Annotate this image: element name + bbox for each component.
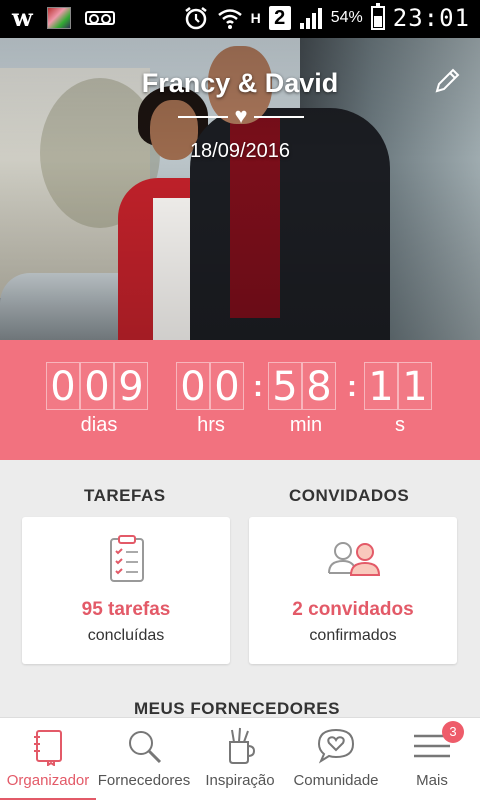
couple-names: Francy & David	[141, 68, 339, 98]
seconds-digit: 1	[398, 362, 432, 410]
suppliers-title: MEUS FORNECEDORES	[134, 699, 340, 718]
notebook-icon	[34, 730, 62, 766]
guests-icon	[328, 542, 381, 576]
guests-status: confirmados	[309, 627, 397, 644]
tasks-title: TAREFAS	[84, 486, 166, 505]
checklist-icon	[110, 535, 144, 582]
nav-mais[interactable]: Mais	[384, 718, 480, 800]
search-icon	[129, 731, 162, 764]
guests-card[interactable]: 2 convidados confirmados	[249, 517, 457, 664]
days-label: dias	[80, 414, 118, 436]
nav-label: Organizador	[6, 772, 90, 789]
hours-digit: 0	[210, 362, 244, 410]
signal-icon	[299, 8, 322, 29]
alarm-icon	[184, 7, 207, 30]
battery-icon	[370, 3, 385, 30]
heart-icon: ♥	[234, 103, 248, 128]
bottom-navigation: Organizador Fornecedores Inspiração Comu…	[0, 717, 480, 800]
wedding-date: 18/09/2016	[189, 140, 291, 162]
nav-organizador[interactable]: Organizador	[0, 718, 96, 800]
seconds-label: s	[395, 414, 405, 436]
countdown-separator: :	[347, 370, 357, 403]
guests-count: 2 convidados	[292, 599, 414, 620]
seconds-digit: 1	[364, 362, 398, 410]
nav-label: Inspiração	[205, 772, 275, 789]
guests-title: CONVIDADOS	[289, 486, 410, 505]
pencil-cup-icon	[229, 727, 256, 764]
sim-indicator: 2	[268, 6, 291, 30]
minutes-label: min	[289, 414, 323, 436]
title-divider: ♥	[178, 104, 304, 128]
nav-label: Fornecedores	[97, 772, 191, 789]
app-notification-icon	[46, 7, 71, 29]
tasks-status: concluídas	[87, 627, 165, 644]
status-bar: w H 2 54% 23:01	[0, 0, 480, 38]
voicemail-icon	[84, 11, 115, 25]
minutes-digit: 8	[302, 362, 336, 410]
clock: 23:01	[392, 4, 470, 32]
days-digit: 0	[46, 362, 80, 410]
tasks-count: 95 tarefas	[81, 599, 171, 620]
nav-label: Mais	[416, 772, 448, 789]
minutes-digit: 5	[268, 362, 302, 410]
edit-pencil-icon[interactable]	[432, 66, 462, 96]
wattpad-icon: w	[12, 3, 33, 32]
nav-fornecedores[interactable]: Fornecedores	[96, 718, 192, 800]
nav-comunidade[interactable]: Comunidade	[288, 718, 384, 800]
network-type-indicator: H	[250, 10, 261, 26]
chat-heart-icon	[317, 728, 355, 764]
hours-label: hrs	[197, 414, 225, 436]
notification-badge: 3	[442, 721, 464, 743]
days-digit: 9	[114, 362, 148, 410]
nav-label: Comunidade	[293, 772, 379, 789]
battery-percent: 54%	[330, 9, 363, 26]
wifi-icon	[217, 9, 242, 29]
nav-inspiracao[interactable]: Inspiração	[192, 718, 288, 800]
hours-digit: 0	[176, 362, 210, 410]
countdown-separator: :	[253, 370, 263, 403]
wedding-countdown: 0 0 9 0 0 : 5 8 : 1 1 dias hrs min s	[0, 340, 480, 460]
days-digit: 0	[80, 362, 114, 410]
tasks-card[interactable]: 95 tarefas concluídas	[22, 517, 230, 664]
